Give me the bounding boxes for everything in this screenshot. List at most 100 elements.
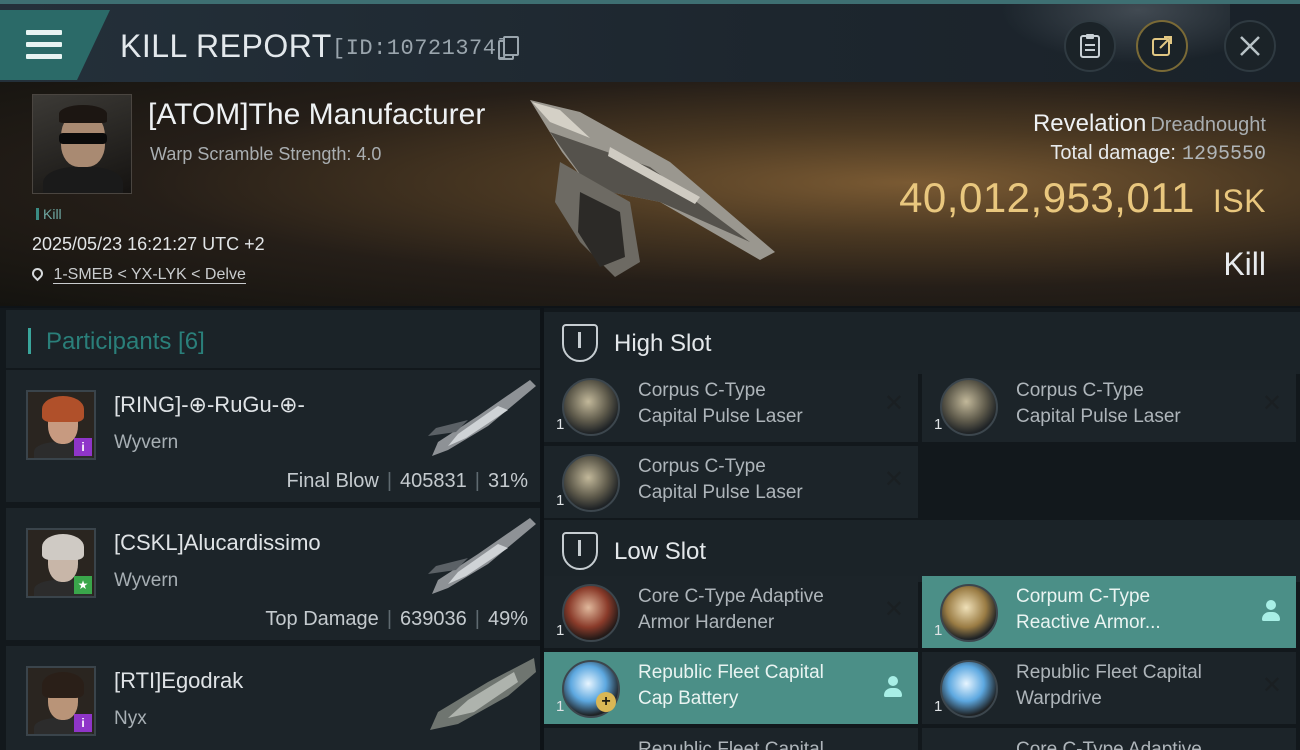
participant-stats: Top Damage | 639036 | 49%: [265, 608, 528, 630]
hamburger-icon: [26, 30, 62, 60]
module-item[interactable]: 1 Corpus C-Type Capital Pulse Laser ✕: [544, 446, 918, 518]
person-icon: [884, 676, 902, 698]
clipboard-icon: [1080, 34, 1100, 58]
module-name: Corpus C-Type Capital Pulse Laser: [638, 456, 803, 503]
total-damage-label: Total damage:: [1050, 142, 1176, 164]
participant-row[interactable]: ★ [CSKL]Alucardissimo Wyvern Top Damage |…: [6, 508, 540, 640]
close-button[interactable]: [1224, 20, 1276, 72]
victim-panel: [ATOM]The Manufacturer Warp Scramble Str…: [0, 82, 1300, 306]
module-name: Corpus C-Type Capital Pulse Laser: [1016, 380, 1181, 427]
destroyed-x-icon: ✕: [883, 466, 904, 493]
fitting-panel: High Slot 1 Corpus C-Type Capital Pulse L…: [544, 308, 1300, 750]
module-quantity: 1: [556, 622, 565, 639]
victim-ship-image: [530, 100, 775, 277]
participant-damage: 405831: [400, 470, 467, 492]
module-item[interactable]: 1 Corpus C-Type Capital Pulse Laser ✕: [544, 370, 918, 442]
page-title: KILL REPORT: [120, 28, 332, 64]
participant-ship: Wyvern: [114, 432, 179, 453]
warp-scramble-strength: Warp Scramble Strength: 4.0: [150, 144, 382, 164]
participants-title: Participants [6]: [46, 328, 205, 355]
ship-class: Dreadnought: [1150, 114, 1266, 136]
victim-ship[interactable]: Revelation Dreadnought: [1033, 110, 1266, 138]
module-item[interactable]: 1 Republic Fleet Capital Warpdrive ✕: [922, 652, 1296, 724]
isk-unit: ISK: [1212, 183, 1266, 219]
pulse-laser-icon: [562, 378, 620, 436]
participant-row[interactable]: i [RTI]Egodrak Nyx: [6, 646, 540, 750]
total-damage-value: 1295550: [1181, 143, 1266, 166]
plus-badge-icon: +: [596, 692, 616, 712]
participants-header: Participants [6]: [6, 310, 540, 368]
participant-avatar[interactable]: ★: [26, 528, 96, 598]
result-label: Kill: [1223, 246, 1266, 282]
location-link[interactable]: 1-SMEB < YX-LYK < Delve: [53, 266, 246, 284]
victim-name[interactable]: [ATOM]The Manufacturer: [148, 98, 485, 132]
module-quantity: 1: [934, 416, 943, 433]
planet-backdrop: [1000, 4, 1230, 64]
share-icon: [1152, 36, 1172, 56]
participant-damage: 639036: [400, 608, 467, 630]
kill-datetime: 2025/05/23 16:21:27 UTC +2: [32, 234, 265, 254]
participant-ship: Nyx: [114, 708, 147, 729]
pulse-laser-icon: [940, 378, 998, 436]
module-item[interactable]: 1 Corpum C-Type Reactive Armor...: [922, 576, 1296, 648]
ship-name: Revelation: [1032, 110, 1147, 137]
corp-badge-icon: i: [74, 714, 92, 732]
participant-percent: 49%: [487, 608, 528, 630]
module-quantity: 1: [934, 622, 943, 639]
module-item[interactable]: 1 Corpus C-Type Capital Pulse Laser ✕: [922, 370, 1296, 442]
module-quantity: 1: [934, 698, 943, 715]
share-button[interactable]: [1136, 20, 1188, 72]
low-slot-icon: [562, 532, 598, 570]
victim-avatar[interactable]: [32, 94, 132, 194]
corp-badge-icon: i: [74, 438, 92, 456]
destroyed-x-icon: ✕: [883, 390, 904, 417]
high-slot-title: High Slot: [614, 330, 712, 357]
high-slot-icon: [562, 324, 598, 362]
armor-hardener-icon: [562, 584, 620, 642]
participant-avatar[interactable]: i: [26, 666, 96, 736]
menu-button[interactable]: [0, 10, 110, 80]
destroyed-x-icon: ✕: [1261, 672, 1282, 699]
report-id: [ID:10721374]: [332, 36, 511, 61]
module-name: Republic Fleet Capital: [638, 740, 888, 750]
participant-role: Top Damage: [265, 608, 379, 630]
module-quantity: 1: [556, 492, 565, 509]
participant-row[interactable]: i [RING]-⊕-RuGu-⊕- Wyvern Final Blow | 405…: [6, 370, 540, 502]
participant-ship-image: [428, 380, 536, 456]
kill-location[interactable]: 1-SMEB < YX-LYK < Delve: [29, 265, 246, 284]
location-pin-icon: [29, 265, 46, 282]
module-name: Republic Fleet Capital Cap Battery: [638, 662, 824, 709]
reactive-armor-icon: [940, 584, 998, 642]
module-name: Republic Fleet Capital Warpdrive: [1016, 662, 1202, 709]
pulse-laser-icon: [562, 454, 620, 512]
participant-avatar[interactable]: i: [26, 390, 96, 460]
destroyed-x-icon: ✕: [1261, 390, 1282, 417]
module-item[interactable]: 1 Core C-Type Adaptive Armor Hardener ✕: [544, 576, 918, 648]
participant-ship-image: [430, 658, 536, 730]
copy-icon[interactable]: [498, 36, 519, 60]
participant-name: [RING]-⊕-RuGu-⊕-: [114, 392, 305, 417]
participant-role: Final Blow: [286, 470, 379, 492]
star-badge-icon: ★: [74, 576, 92, 594]
isk-amount: 40,012,953,011: [899, 174, 1195, 221]
module-item[interactable]: Republic Fleet Capital: [544, 728, 918, 750]
notes-button[interactable]: [1064, 20, 1116, 72]
participant-stats: Final Blow | 405831 | 31%: [286, 470, 528, 492]
module-item[interactable]: + 1 Republic Fleet Capital Cap Battery: [544, 652, 918, 724]
participant-ship: Wyvern: [114, 570, 179, 591]
destroyed-x-icon: ✕: [883, 596, 904, 623]
module-item[interactable]: Core C-Type Adaptive: [922, 728, 1296, 750]
low-slot-header: Low Slot: [544, 520, 1300, 582]
top-bar: KILL REPORT [ID:10721374]: [0, 0, 1300, 82]
participants-panel: Participants [6] i [RING]-⊕-RuGu-⊕- Wyve…: [0, 308, 540, 750]
module-quantity: 1: [556, 698, 565, 715]
participant-name: [CSKL]Alucardissimo: [114, 530, 321, 555]
low-slot-title: Low Slot: [614, 538, 707, 565]
module-name: Corpum C-Type Reactive Armor...: [1016, 586, 1161, 633]
module-name: Core C-Type Adaptive: [1016, 740, 1266, 750]
kill-tag: Kill: [36, 206, 62, 222]
close-icon: [1240, 36, 1260, 56]
module-name: Core C-Type Adaptive Armor Hardener: [638, 586, 824, 633]
participant-name: [RTI]Egodrak: [114, 668, 244, 693]
person-icon: [1262, 600, 1280, 622]
